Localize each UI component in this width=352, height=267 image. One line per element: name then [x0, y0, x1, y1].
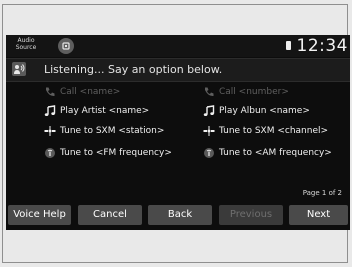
phone-icon: [205, 87, 214, 97]
prompt-text: Listening... Say an option below.: [44, 63, 223, 76]
option-label: Play Artist <name>: [60, 106, 150, 116]
option-label: Call <name>: [60, 87, 121, 97]
status-bar: Audio Source 12:34: [6, 35, 350, 57]
satellite-radio-icon: [44, 126, 56, 136]
option-label: Call <number>: [219, 87, 289, 97]
home-button[interactable]: [58, 38, 74, 54]
option-label: Tune to <FM frequency>: [60, 148, 172, 158]
phone-status-icon: [286, 41, 291, 50]
voice-help-button[interactable]: Voice Help: [8, 205, 71, 225]
option-label: Play Albun <name>: [219, 106, 310, 116]
back-button[interactable]: Back: [148, 205, 212, 225]
option-label: Tune to <AM frequency>: [219, 148, 332, 158]
radio-tuner-icon: [204, 148, 214, 158]
voice-prompt-bar: Listening... Say an option below.: [6, 58, 350, 82]
button-bar: Voice Help Cancel Back Previous Next: [6, 205, 350, 227]
previous-button: Previous: [219, 205, 283, 225]
phone-icon: [46, 87, 55, 97]
audio-source-label-line1: Audio: [17, 37, 35, 44]
voice-command-icon: [12, 62, 26, 76]
next-button[interactable]: Next: [289, 205, 348, 225]
home-icon: [62, 42, 70, 50]
page-indicator: Page 1 of 2: [302, 189, 342, 197]
music-note-icon: [203, 105, 215, 116]
voice-command-screen: Audio Source 12:34 Listening... Say an o…: [6, 35, 350, 230]
music-note-icon: [44, 105, 56, 116]
option-label: Tune to SXM <station>: [60, 126, 165, 136]
option-label: Tune to SXM <channel>: [219, 126, 329, 136]
cancel-button[interactable]: Cancel: [78, 205, 142, 225]
satellite-radio-icon: [203, 126, 215, 136]
audio-source-label-line2: Source: [15, 44, 37, 51]
clock: 12:34: [296, 36, 348, 56]
audio-source-button[interactable]: Audio Source: [12, 37, 40, 51]
radio-tuner-icon: [45, 148, 55, 158]
